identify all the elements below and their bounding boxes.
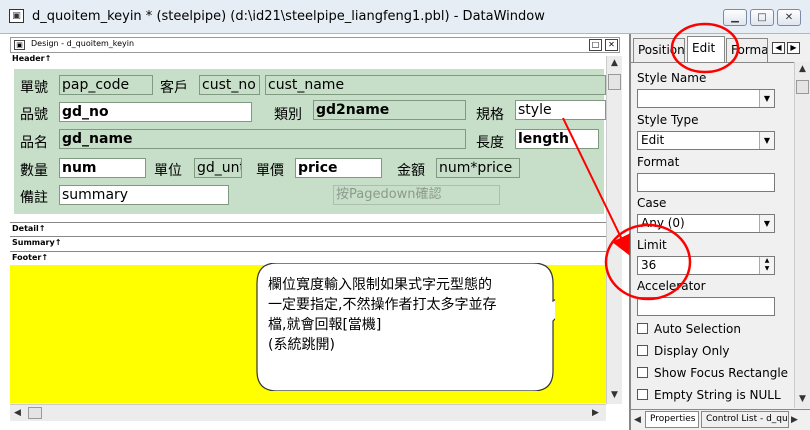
header-band-label: Header↑ bbox=[12, 54, 52, 63]
field-gd-name[interactable]: gd_name bbox=[59, 129, 466, 149]
field-cust-name[interactable]: cust_name bbox=[265, 75, 606, 95]
properties-vertical-scrollbar[interactable]: ▲ ▼ bbox=[794, 62, 810, 408]
design-hscroll-thumb[interactable] bbox=[28, 407, 42, 419]
tab-control-list[interactable]: Control List - d_quo bbox=[701, 411, 789, 428]
annotation-line-1: 欄位寬度輸入限制如果式字元型態的 bbox=[268, 277, 492, 293]
chevron-down-icon[interactable]: ▼ bbox=[759, 132, 774, 149]
title-bar: ▣ d_quoitem_keyin * (steelpipe) (d:\id21… bbox=[0, 0, 810, 34]
tab-scroll-left-icon[interactable]: ◀ bbox=[772, 42, 785, 54]
field-length[interactable]: length bbox=[515, 129, 599, 149]
style-type-label: Style Type bbox=[637, 113, 699, 127]
format-input[interactable] bbox=[637, 173, 775, 192]
design-icon: ▣ bbox=[14, 40, 25, 50]
window-title: d_quoitem_keyin * (steelpipe) (d:\id21\s… bbox=[32, 9, 545, 24]
maximize-button[interactable]: □ bbox=[750, 9, 774, 26]
label-remark: 備註 bbox=[20, 190, 48, 206]
scroll-left-arrow-icon[interactable]: ◀ bbox=[14, 408, 21, 418]
field-gd-unt[interactable]: gd_unt bbox=[194, 158, 242, 178]
field-gd2name[interactable]: gd2name bbox=[313, 100, 466, 120]
edit-properties-panel: Style Name ▼ Style Type Edit ▼ Format Ca… bbox=[631, 62, 794, 408]
label-product-name: 品名 bbox=[20, 135, 48, 151]
minimize-button[interactable]: ▁ bbox=[723, 9, 747, 26]
field-summary[interactable]: summary bbox=[59, 185, 229, 205]
chevron-down-icon[interactable]: ▼ bbox=[759, 90, 774, 107]
annotation-text: 欄位寬度輸入限制如果式字元型態的 一定要指定,不然操作者打太多字並存 檔,就會回… bbox=[268, 275, 538, 355]
properties-pane: Position Edit Format ◀ ▶ Style Name ▼ St… bbox=[630, 34, 810, 430]
annotation-line-2: 一定要指定,不然操作者打太多字並存 bbox=[268, 297, 497, 313]
close-button[interactable]: ✕ bbox=[777, 9, 801, 26]
design-close-button[interactable]: ✕ bbox=[605, 39, 618, 51]
checkbox-icon[interactable] bbox=[637, 345, 648, 356]
tab-position[interactable]: Position bbox=[633, 38, 685, 62]
header-band-bar[interactable]: Header↑ bbox=[10, 53, 606, 65]
scroll-right-arrow-icon[interactable]: ▶ bbox=[592, 408, 599, 418]
summary-band-bar[interactable]: Summary↑ bbox=[10, 236, 606, 250]
footer-band-label: Footer↑ bbox=[12, 253, 49, 262]
design-restore-button[interactable]: □ bbox=[589, 39, 602, 51]
scroll-down-arrow-icon[interactable]: ▼ bbox=[799, 394, 806, 404]
style-name-label: Style Name bbox=[637, 71, 707, 85]
case-dropdown[interactable]: Any (0) ▼ bbox=[637, 214, 775, 233]
field-price[interactable]: price bbox=[295, 158, 382, 178]
tab-properties[interactable]: Properties bbox=[645, 411, 699, 428]
field-pap-code[interactable]: pap_code bbox=[59, 75, 153, 95]
label-customer: 客戶 bbox=[160, 80, 188, 96]
design-vertical-scrollbar[interactable]: ▲ ▼ bbox=[606, 56, 622, 404]
label-qty: 數量 bbox=[20, 163, 48, 179]
empty-string-null-checkbox[interactable]: Empty String is NULL bbox=[637, 388, 781, 402]
design-vscroll-thumb[interactable] bbox=[608, 74, 621, 90]
show-focus-rectangle-checkbox[interactable]: Show Focus Rectangle bbox=[637, 366, 788, 380]
annotation-line-3: 檔,就會回報[當機] bbox=[268, 317, 382, 333]
scroll-up-arrow-icon[interactable]: ▲ bbox=[611, 58, 618, 68]
bottom-tab-strip: ◀ Properties Control List - d_quo ▶ bbox=[631, 409, 810, 430]
chevron-down-icon[interactable]: ▼ bbox=[759, 215, 774, 232]
tab-format[interactable]: Format bbox=[726, 38, 768, 62]
label-product-no: 品號 bbox=[20, 107, 48, 123]
datawindow-app-icon: ▣ bbox=[9, 9, 24, 23]
tab-scroll-right-icon[interactable]: ▶ bbox=[787, 42, 800, 54]
detail-band-label: Detail↑ bbox=[12, 224, 46, 233]
format-label: Format bbox=[637, 155, 680, 169]
scroll-down-arrow-icon[interactable]: ▼ bbox=[611, 390, 618, 400]
case-label: Case bbox=[637, 196, 667, 210]
field-style[interactable]: style bbox=[515, 100, 606, 120]
label-amount: 金額 bbox=[397, 163, 425, 179]
properties-vscroll-thumb[interactable] bbox=[796, 80, 809, 94]
field-num[interactable]: num bbox=[59, 158, 146, 178]
bottom-tab-left-icon[interactable]: ◀ bbox=[634, 415, 641, 425]
pagedown-hint: 按Pagedown確認 bbox=[333, 185, 500, 205]
scroll-up-arrow-icon[interactable]: ▲ bbox=[799, 64, 806, 74]
style-type-dropdown[interactable]: Edit ▼ bbox=[637, 131, 775, 150]
checkbox-icon[interactable] bbox=[637, 389, 648, 400]
annotation-line-4: (系統跳開) bbox=[268, 337, 335, 353]
summary-band-label: Summary↑ bbox=[12, 238, 62, 247]
detail-band-bar[interactable]: Detail↑ bbox=[10, 222, 606, 236]
design-title: Design - d_quoitem_keyin bbox=[31, 39, 135, 48]
label-order-no: 單號 bbox=[20, 80, 48, 96]
field-amount[interactable]: num*price bbox=[436, 158, 520, 178]
tab-edit[interactable]: Edit bbox=[687, 36, 725, 63]
limit-spinner[interactable]: 36 ▲ ▼ bbox=[637, 256, 775, 275]
style-name-dropdown[interactable]: ▼ bbox=[637, 89, 775, 108]
checkbox-icon[interactable] bbox=[637, 323, 648, 334]
limit-label: Limit bbox=[637, 238, 667, 252]
label-length: 長度 bbox=[476, 135, 504, 151]
app-window: ▣ d_quoitem_keyin * (steelpipe) (d:\id21… bbox=[0, 0, 810, 430]
design-horizontal-scrollbar[interactable]: ◀ ▶ bbox=[10, 404, 606, 421]
spinner-arrows-icon[interactable]: ▲ ▼ bbox=[759, 257, 774, 274]
bottom-tab-right-icon[interactable]: ▶ bbox=[791, 415, 798, 425]
label-spec: 規格 bbox=[476, 107, 504, 123]
label-unit: 單位 bbox=[154, 163, 182, 179]
design-header: ▣ Design - d_quoitem_keyin □ ✕ bbox=[10, 37, 620, 53]
accelerator-input[interactable] bbox=[637, 297, 775, 316]
label-category: 類別 bbox=[274, 107, 302, 123]
label-price: 單價 bbox=[256, 163, 284, 179]
auto-selection-checkbox[interactable]: Auto Selection bbox=[637, 322, 741, 336]
display-only-checkbox[interactable]: Display Only bbox=[637, 344, 730, 358]
accelerator-label: Accelerator bbox=[637, 279, 706, 293]
checkbox-icon[interactable] bbox=[637, 367, 648, 378]
field-cust-no[interactable]: cust_no bbox=[199, 75, 260, 95]
field-gd-no[interactable]: gd_no bbox=[59, 102, 252, 122]
